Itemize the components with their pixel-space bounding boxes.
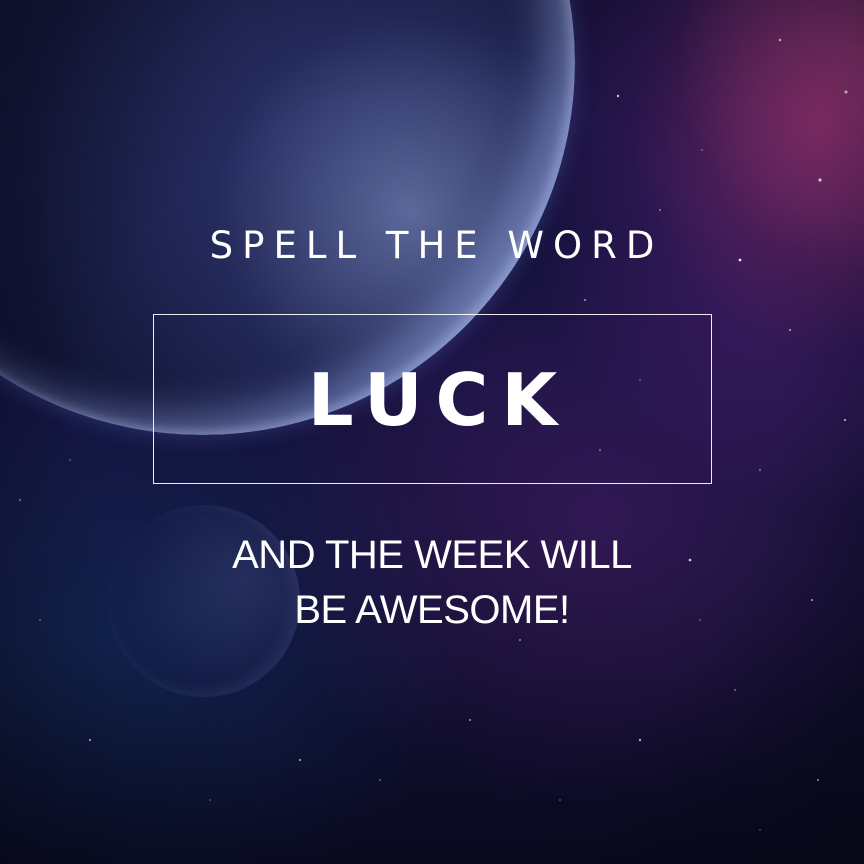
- tagline-line-1: AND THE WEEK WILL: [232, 533, 632, 577]
- tagline-line-2: BE AWESOME!: [294, 588, 570, 632]
- tagline: AND THE WEEK WILL BE AWESOME!: [0, 528, 864, 638]
- word-frame: LUCK: [153, 314, 712, 484]
- space-poster: SPELL THE WORD LUCK AND THE WEEK WILL BE…: [0, 0, 864, 864]
- text-layer: SPELL THE WORD LUCK AND THE WEEK WILL BE…: [0, 0, 864, 864]
- highlight-word: LUCK: [307, 358, 571, 442]
- headline: SPELL THE WORD: [209, 224, 664, 267]
